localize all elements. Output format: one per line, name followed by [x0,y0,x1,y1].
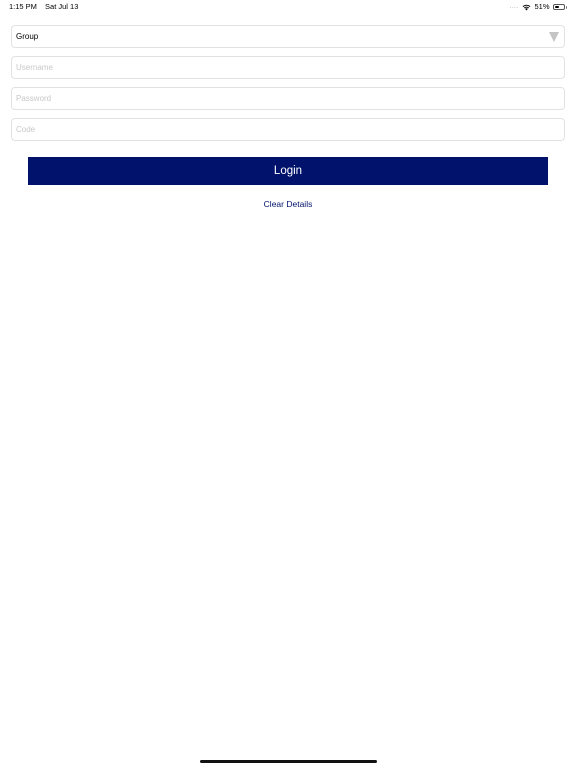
status-date: Sat Jul 13 [45,2,79,11]
wifi-icon [522,4,531,11]
status-bar: 1:15 PM Sat Jul 13 .... 51% [0,0,576,14]
login-screen: 1:15 PM Sat Jul 13 .... 51% Group Userna… [0,0,576,768]
code-input[interactable] [12,119,564,140]
group-select[interactable]: Group [11,25,565,48]
password-field-container [11,87,565,110]
battery-fill [554,6,559,8]
login-button[interactable]: Login [28,157,548,185]
group-select-value: Group [16,32,39,41]
code-field-container [11,118,565,141]
battery-icon [552,4,565,10]
status-right: .... 51% [510,0,567,14]
username-field-container [11,56,565,79]
status-left: 1:15 PM Sat Jul 13 [9,0,84,14]
dropdown-arrow-icon [549,31,559,42]
battery-percent: 51% [534,2,550,11]
status-time: 1:15 PM [9,2,37,11]
username-input[interactable] [12,57,564,78]
clear-details-link[interactable]: Clear Details [0,199,576,209]
cellular-signal-icon: .... [509,4,519,10]
home-indicator[interactable] [200,760,377,763]
password-input[interactable] [12,88,564,109]
battery-cap [565,5,567,9]
